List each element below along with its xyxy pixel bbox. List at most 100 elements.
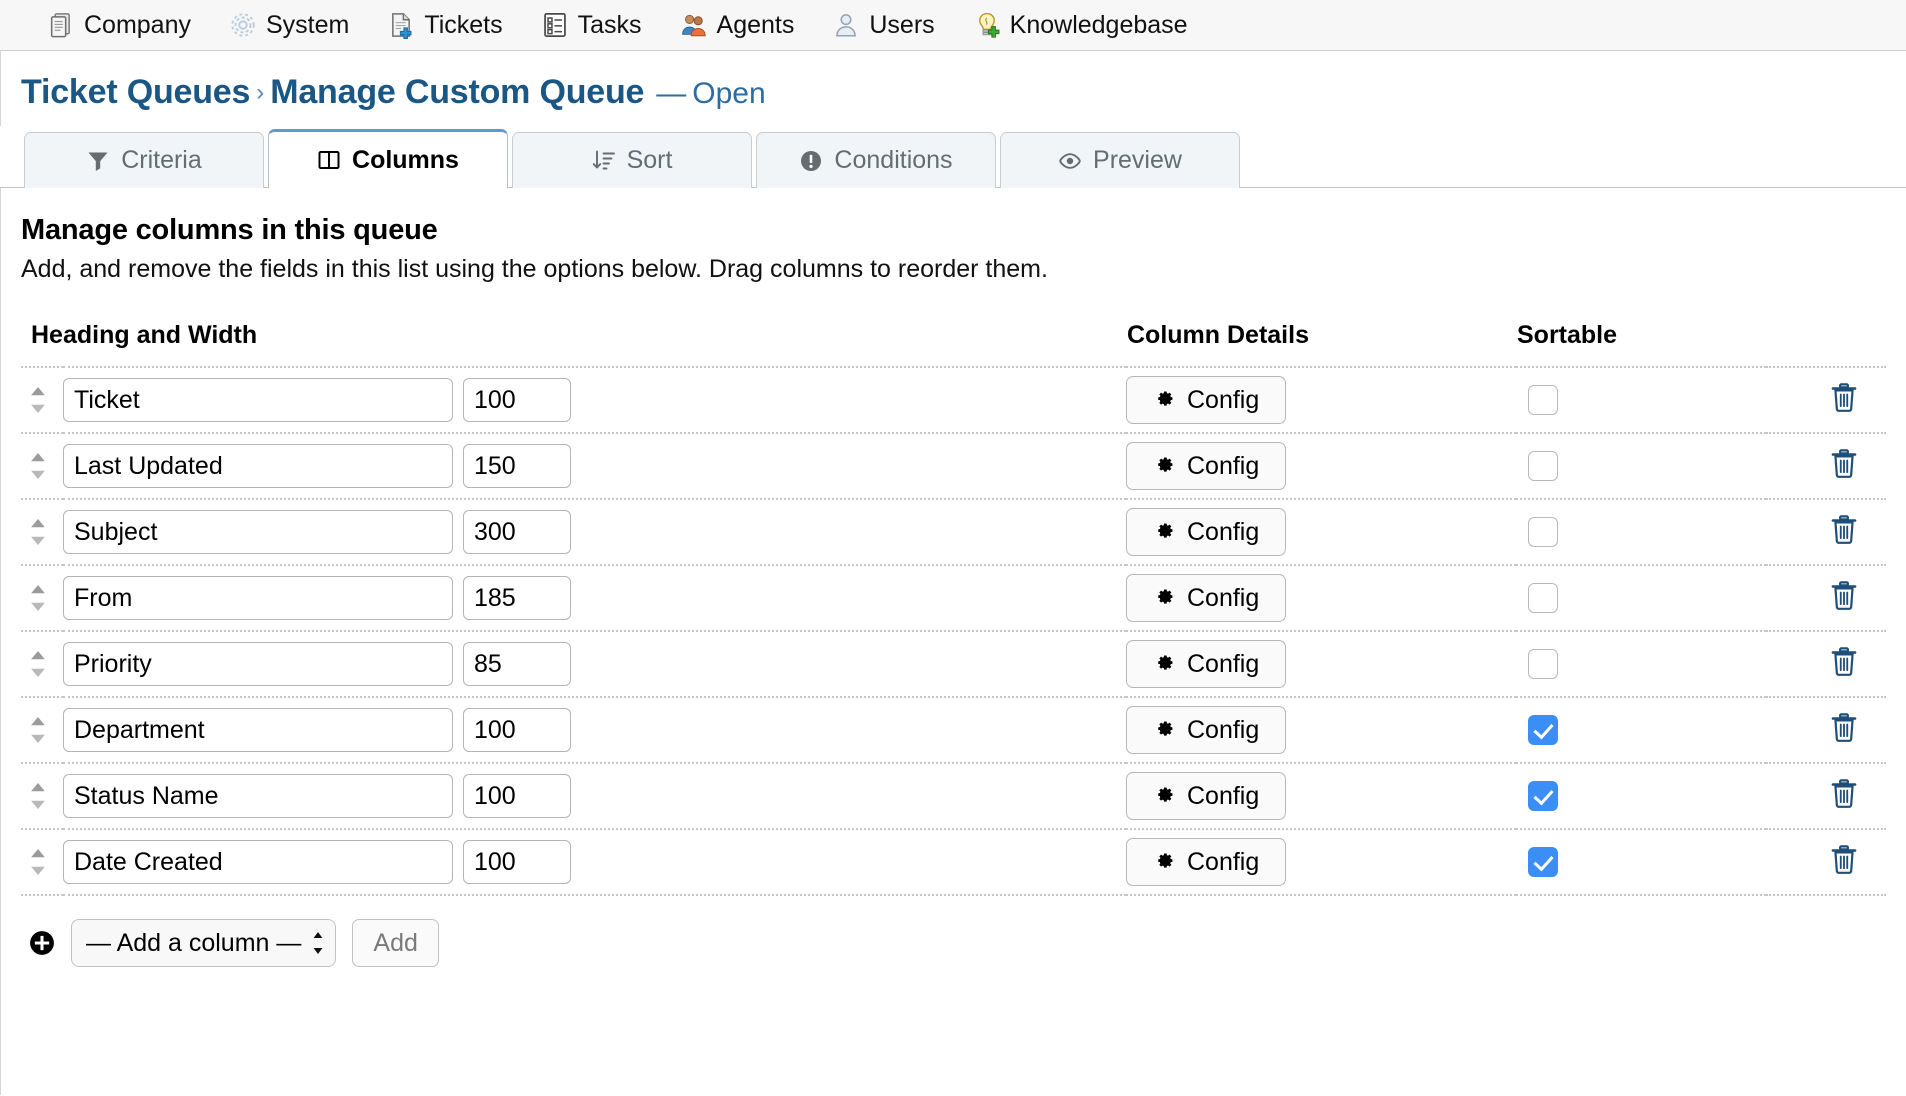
drag-handle-icon[interactable] (27, 649, 63, 679)
trash-icon[interactable] (1830, 532, 1858, 549)
trash-icon[interactable] (1830, 664, 1858, 681)
config-button[interactable]: Config (1126, 442, 1286, 490)
breadcrumb-current[interactable]: Manage Custom Queue (270, 73, 644, 111)
drag-handle-cell[interactable] (21, 829, 63, 895)
config-button-label: Config (1187, 650, 1259, 679)
config-button-label: Config (1187, 716, 1259, 745)
column-details-cell: Config (1126, 763, 1516, 829)
trash-icon[interactable] (1830, 400, 1858, 417)
table-row[interactable]: Config (21, 697, 1886, 763)
config-button-label: Config (1187, 848, 1259, 877)
column-width-input[interactable] (463, 708, 571, 752)
column-width-input[interactable] (463, 840, 571, 884)
trash-icon[interactable] (1830, 466, 1858, 483)
drag-handle-cell[interactable] (21, 631, 63, 697)
trash-icon[interactable] (1830, 796, 1858, 813)
filter-icon (86, 149, 110, 173)
drag-handle-icon[interactable] (27, 781, 63, 811)
drag-handle-icon[interactable] (27, 517, 63, 547)
table-row[interactable]: Config (21, 367, 1886, 433)
config-button[interactable]: Config (1126, 574, 1286, 622)
drag-handle-icon[interactable] (27, 451, 63, 481)
column-name-input[interactable] (63, 774, 453, 818)
sortable-checkbox[interactable] (1528, 517, 1558, 547)
trash-icon[interactable] (1830, 862, 1858, 879)
column-name-input[interactable] (63, 642, 453, 686)
config-button[interactable]: Config (1126, 706, 1286, 754)
sortable-checkbox[interactable] (1528, 451, 1558, 481)
tab-columns[interactable]: Columns (268, 129, 508, 188)
column-details-cell: Config (1126, 697, 1516, 763)
add-column-select[interactable]: — Add a column — (71, 919, 336, 967)
select-spinner-icon (311, 930, 325, 956)
column-name-input[interactable] (63, 840, 453, 884)
tab-label: Criteria (121, 146, 202, 175)
nav-item-system[interactable]: System (210, 0, 368, 50)
heading-and-width-cell (63, 829, 1126, 895)
table-row[interactable]: Config (21, 763, 1886, 829)
column-name-input[interactable] (63, 444, 453, 488)
drag-handle-cell[interactable] (21, 763, 63, 829)
drag-handle-icon[interactable] (27, 583, 63, 613)
add-button[interactable]: Add (352, 919, 438, 967)
gear-icon (1153, 587, 1175, 609)
sortable-checkbox[interactable] (1528, 385, 1558, 415)
page-title: Manage columns in this queue (21, 214, 1886, 247)
table-row[interactable]: Config (21, 829, 1886, 895)
nav-item-tasks[interactable]: Tasks (522, 0, 661, 50)
config-button-label: Config (1187, 518, 1259, 547)
nav-item-label: Agents (717, 13, 795, 38)
sortable-checkbox[interactable] (1528, 847, 1558, 877)
table-row[interactable]: Config (21, 631, 1886, 697)
drag-handle-cell[interactable] (21, 697, 63, 763)
tab-preview[interactable]: Preview (1000, 132, 1240, 188)
drag-handle-cell[interactable] (21, 367, 63, 433)
tab-sort[interactable]: Sort (512, 132, 752, 188)
config-button[interactable]: Config (1126, 376, 1286, 424)
delete-cell (1766, 499, 1886, 565)
document-ticket-icon (387, 11, 415, 39)
config-button[interactable]: Config (1126, 640, 1286, 688)
breadcrumb-root[interactable]: Ticket Queues (21, 73, 250, 111)
column-name-input[interactable] (63, 708, 453, 752)
table-row[interactable]: Config (21, 499, 1886, 565)
trash-icon[interactable] (1830, 598, 1858, 615)
column-width-input[interactable] (463, 576, 571, 620)
nav-item-agents[interactable]: Agents (661, 0, 814, 50)
column-width-input[interactable] (463, 444, 571, 488)
sortable-cell (1516, 367, 1766, 433)
sortable-checkbox[interactable] (1528, 649, 1558, 679)
drag-handle-icon[interactable] (27, 715, 63, 745)
plus-circle-icon[interactable] (29, 930, 55, 956)
tab-criteria[interactable]: Criteria (24, 132, 264, 188)
column-width-input[interactable] (463, 642, 571, 686)
column-name-input[interactable] (63, 378, 453, 422)
drag-handle-cell[interactable] (21, 499, 63, 565)
nav-item-knowledgebase[interactable]: Knowledgebase (954, 0, 1207, 50)
tab-conditions[interactable]: Conditions (756, 132, 996, 188)
sortable-checkbox[interactable] (1528, 715, 1558, 745)
config-button[interactable]: Config (1126, 508, 1286, 556)
table-row[interactable]: Config (21, 433, 1886, 499)
config-button[interactable]: Config (1126, 772, 1286, 820)
table-header-row: Heading and Width Column Details Sortabl… (21, 320, 1886, 367)
table-row[interactable]: Config (21, 565, 1886, 631)
drag-handle-icon[interactable] (27, 385, 63, 415)
drag-handle-icon[interactable] (27, 847, 63, 877)
column-name-input[interactable] (63, 576, 453, 620)
trash-icon[interactable] (1830, 730, 1858, 747)
sortable-checkbox[interactable] (1528, 781, 1558, 811)
column-width-input[interactable] (463, 378, 571, 422)
drag-handle-cell[interactable] (21, 565, 63, 631)
column-width-input[interactable] (463, 774, 571, 818)
nav-item-tickets[interactable]: Tickets (368, 0, 521, 50)
nav-item-company[interactable]: Company (28, 0, 210, 50)
drag-handle-cell[interactable] (21, 433, 63, 499)
column-name-input[interactable] (63, 510, 453, 554)
column-width-input[interactable] (463, 510, 571, 554)
config-button-label: Config (1187, 386, 1259, 415)
config-button[interactable]: Config (1126, 838, 1286, 886)
sortable-cell (1516, 433, 1766, 499)
sortable-checkbox[interactable] (1528, 583, 1558, 613)
nav-item-users[interactable]: Users (813, 0, 953, 50)
